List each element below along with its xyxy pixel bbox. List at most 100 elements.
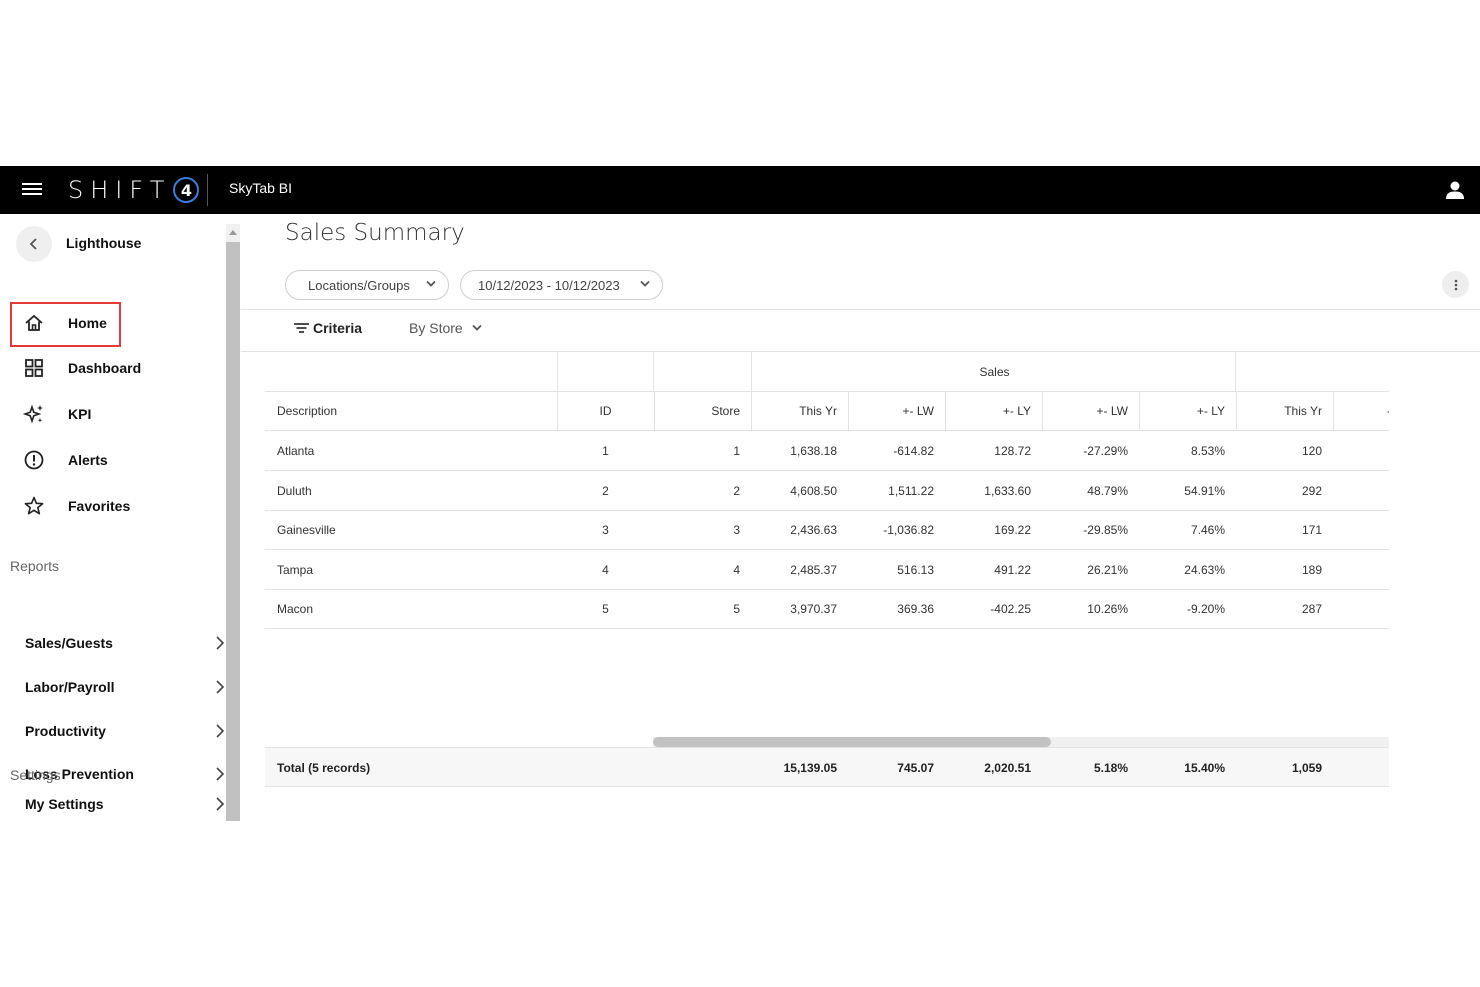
cell-id: 3 [602, 522, 609, 537]
menu-item-sales-guests[interactable]: Sales/Guests [25, 628, 225, 658]
nav-label-dashboard: Dashboard [68, 360, 142, 376]
cell-store: 3 [733, 522, 740, 537]
column-header-id[interactable]: ID [557, 391, 654, 430]
back-button[interactable] [16, 226, 52, 262]
cell-lw-pct: 10.26% [1087, 601, 1128, 616]
row-divider [265, 628, 1389, 629]
group-header-sales-label: Sales [979, 364, 1010, 379]
cell-description: Macon [277, 601, 314, 616]
reports-section-label: Reports [10, 558, 60, 574]
sparkle-icon [22, 402, 46, 426]
chevron-right-icon [216, 680, 225, 694]
chevron-down-icon [426, 280, 436, 287]
group-by-label: By Store [409, 320, 463, 336]
nav-item-alerts[interactable]: Alerts [12, 440, 212, 480]
column-header-ly-pct[interactable]: +- LY [1139, 391, 1225, 430]
sales-summary-table: Sales Description ID Store This Yr +- LW… [265, 352, 1389, 752]
column-header-description[interactable]: Description [277, 391, 547, 430]
cell-description: Atlanta [277, 443, 315, 458]
nav-label-kpi: KPI [68, 406, 92, 422]
menu-item-productivity[interactable]: Productivity [25, 716, 225, 746]
cell-lw-pct: 26.21% [1087, 562, 1128, 577]
table-horizontal-scrollbar[interactable] [653, 737, 1389, 747]
chevron-right-icon [216, 767, 225, 781]
nav-label-favorites: Favorites [68, 498, 131, 514]
cell-ly-pct: -9.20% [1186, 601, 1225, 616]
top-bar: SHIFT 4 SkyTab BI [0, 166, 1480, 214]
cell-this-yr: 1,638.18 [790, 443, 837, 458]
chevron-right-icon [216, 797, 225, 811]
column-header-this-yr-2[interactable]: This Yr [1236, 391, 1322, 430]
cell-lw-pct: 48.79% [1087, 483, 1128, 498]
more-options-icon[interactable] [1442, 271, 1469, 298]
topbar-divider [207, 174, 208, 206]
column-header-lw-pct[interactable]: +- LW [1042, 391, 1128, 430]
table-row[interactable]: Atlanta 1 1 1,638.18 -614.82 128.72 -27.… [265, 431, 1389, 470]
cell-store: 1 [733, 443, 740, 458]
app-window: SHIFT 4 SkyTab BI Lighthouse Home Dashbo… [0, 166, 1480, 821]
cell-ly-pct: 24.63% [1184, 562, 1225, 577]
locations-filter[interactable]: Locations/Groups [285, 270, 449, 300]
column-header-this-yr[interactable]: This Yr [751, 391, 837, 430]
cell-ly: -402.25 [990, 601, 1031, 616]
cell-this-yr-2: 120 [1301, 443, 1322, 458]
chevron-down-icon [640, 280, 650, 287]
table-row[interactable]: Tampa 4 4 2,485.37 516.13 491.22 26.21% … [265, 550, 1389, 589]
menu-label-labor-payroll: Labor/Payroll [25, 679, 115, 695]
cell-id: 1 [602, 443, 609, 458]
cell-ly: 128.72 [994, 443, 1031, 458]
table-row[interactable]: Macon 5 5 3,970.37 369.36 -402.25 10.26%… [265, 589, 1389, 628]
total-ly-pct: 15.40% [1184, 761, 1225, 775]
nav-item-dashboard[interactable]: Dashboard [12, 348, 212, 388]
divider [241, 309, 1480, 310]
table-row[interactable]: Gainesville 3 3 2,436.63 -1,036.82 169.2… [265, 510, 1389, 549]
cell-this-yr-2: 292 [1301, 483, 1322, 498]
user-account-icon[interactable] [1444, 179, 1466, 201]
group-by-select[interactable]: By Store [409, 320, 482, 336]
brand-text: SHIFT [68, 176, 172, 204]
locations-filter-label: Locations/Groups [308, 277, 410, 293]
total-label: Total (5 records) [277, 761, 371, 775]
alert-circle-icon [22, 448, 46, 472]
column-header-store[interactable]: Store [654, 391, 740, 430]
total-this-yr: 15,139.05 [783, 761, 837, 775]
scroll-up-arrow-icon[interactable] [229, 230, 237, 235]
cell-ly-pct: 7.46% [1190, 522, 1225, 537]
group-header-empty [557, 352, 654, 391]
menu-item-my-settings[interactable]: My Settings [25, 789, 225, 819]
cell-id: 5 [602, 601, 609, 616]
cell-lw: -614.82 [893, 443, 934, 458]
nav-item-kpi[interactable]: KPI [12, 394, 212, 434]
cell-ly: 1,633.60 [984, 483, 1031, 498]
column-header-lw[interactable]: +- LW [848, 391, 934, 430]
table-scrollbar-thumb[interactable] [653, 737, 1051, 747]
cell-ly: 491.22 [994, 562, 1031, 577]
sidebar-scrollbar[interactable] [226, 224, 240, 821]
cell-lw: 369.36 [897, 601, 934, 616]
chevron-left-icon [29, 238, 37, 250]
criteria-button[interactable]: Criteria [294, 320, 362, 336]
cell-store: 4 [733, 562, 740, 577]
home-highlight-box [10, 302, 121, 347]
total-lw: 745.07 [897, 761, 934, 775]
column-header-ly[interactable]: +- LY [945, 391, 1031, 430]
table-row[interactable]: Duluth 2 2 4,608.50 1,511.22 1,633.60 48… [265, 471, 1389, 510]
cell-this-yr: 2,436.63 [790, 522, 837, 537]
table-total-row: Total (5 records) 15,139.05 745.07 2,020… [265, 747, 1389, 787]
column-header-next[interactable]: - [1387, 391, 1389, 430]
cell-description: Duluth [277, 483, 312, 498]
date-range-filter[interactable]: 10/12/2023 - 10/12/2023 [460, 270, 663, 300]
cell-lw: 1,511.22 [888, 483, 934, 498]
total-this-yr-2: 1,059 [1291, 761, 1322, 775]
hamburger-menu-icon[interactable] [22, 180, 44, 200]
cell-lw: -1,036.82 [883, 522, 934, 537]
menu-label-productivity: Productivity [25, 723, 106, 739]
cell-this-yr-2: 189 [1301, 562, 1322, 577]
nav-item-favorites[interactable]: Favorites [12, 486, 212, 526]
app-name: SkyTab BI [229, 180, 293, 196]
sidebar-scrollbar-thumb[interactable] [226, 242, 240, 821]
cell-lw-pct: -27.29% [1083, 443, 1128, 458]
brand-logo[interactable]: SHIFT 4 [68, 174, 200, 206]
menu-item-labor-payroll[interactable]: Labor/Payroll [25, 672, 225, 702]
cell-ly-pct: 8.53% [1190, 443, 1225, 458]
